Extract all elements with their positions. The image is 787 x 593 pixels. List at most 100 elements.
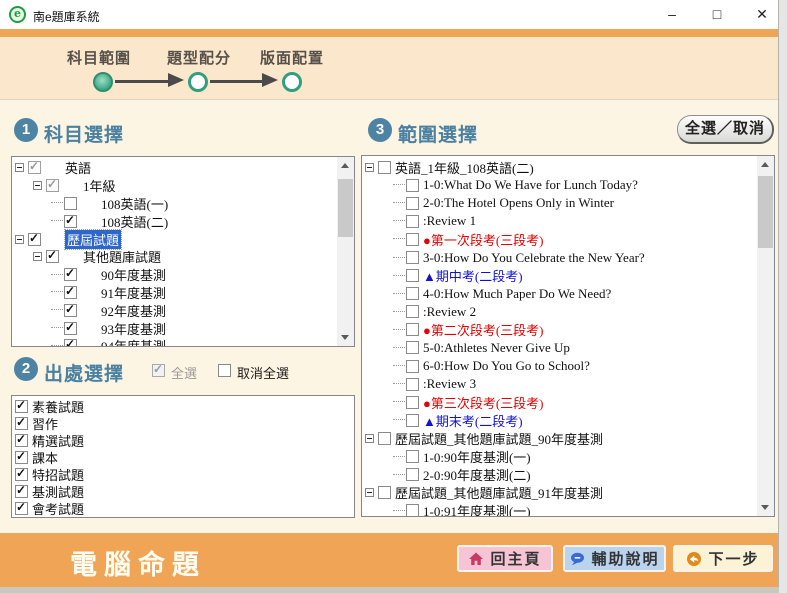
tree-item-label[interactable]: 其他題庫試題 [83, 247, 161, 266]
tree-item[interactable]: 1年級 [15, 177, 337, 195]
tree-item[interactable]: 英語 [15, 159, 337, 177]
list-item[interactable]: 基測試題 [15, 483, 354, 500]
expand-toggle-icon[interactable] [365, 434, 374, 443]
tree-item[interactable]: 93年度基測 [15, 319, 337, 337]
tree-item-label[interactable]: :Review 1 [423, 213, 476, 229]
checkbox[interactable] [378, 486, 391, 499]
checkbox[interactable] [15, 434, 28, 447]
tree-item-label[interactable]: 歷屆試題_其他題庫試題_91年度基測 [395, 483, 603, 502]
tree-item-label[interactable]: 90年度基測 [101, 265, 166, 284]
checkbox[interactable] [64, 286, 77, 299]
expand-toggle-icon[interactable] [365, 488, 374, 497]
checkbox[interactable] [406, 504, 419, 516]
tree-item-label[interactable]: 2-0:The Hotel Opens Only in Winter [423, 195, 614, 211]
tree-item[interactable]: ▲期中考(二段考) [365, 267, 757, 285]
help-button[interactable]: 輔助說明 [563, 545, 666, 572]
tree-item-label[interactable]: ▲期中考(二段考) [423, 266, 523, 285]
select-all-checkbox[interactable] [152, 364, 165, 377]
scroll-thumb[interactable] [758, 176, 773, 248]
tree-item-label[interactable]: 英語_1年級_108英語(二) [395, 158, 534, 177]
tree-item-label[interactable]: 5-0:Athletes Never Give Up [423, 340, 570, 356]
tree-item[interactable]: 5-0:Athletes Never Give Up [365, 339, 757, 357]
checkbox[interactable] [406, 341, 419, 354]
tree-item[interactable]: 4-0:How Much Paper Do We Need? [365, 285, 757, 303]
scroll-down-button[interactable] [757, 499, 774, 516]
checkbox[interactable] [28, 161, 41, 174]
scroll-up-button[interactable] [337, 157, 354, 174]
checkbox[interactable] [64, 339, 77, 346]
checkbox[interactable] [64, 268, 77, 281]
tree-item-label[interactable]: 英語 [65, 158, 91, 177]
checkbox[interactable] [64, 304, 77, 317]
tree-item-label[interactable]: 4-0:How Much Paper Do We Need? [423, 286, 611, 302]
checkbox[interactable] [406, 414, 419, 427]
tree-item-label[interactable]: 6-0:How Do You Go to School? [423, 358, 590, 374]
checkbox[interactable] [406, 233, 419, 246]
tree-item[interactable]: 2-0:90年度基測(二) [365, 466, 757, 484]
checkbox[interactable] [406, 197, 419, 210]
checkbox[interactable] [15, 468, 28, 481]
tree-item-label[interactable]: 歷屆試題_其他題庫試題_90年度基測 [395, 429, 603, 448]
tree-item[interactable]: ▲期末考(二段考) [365, 411, 757, 429]
tree-item[interactable]: :Review 3 [365, 375, 757, 393]
tree-item-label[interactable]: 1-0:91年度基測(一) [423, 501, 531, 516]
deselect-all-checkbox[interactable] [218, 364, 231, 377]
scroll-thumb[interactable] [338, 179, 353, 237]
checkbox[interactable] [406, 468, 419, 481]
checkbox[interactable] [406, 396, 419, 409]
list-item[interactable]: 精選試題 [15, 432, 354, 449]
tree-item[interactable]: 108英語(二) [15, 212, 337, 230]
tree-item-label[interactable]: ●第一次段考(三段考) [423, 230, 544, 249]
tree-item[interactable]: 94年度基測 [15, 337, 337, 346]
tree-item[interactable]: 91年度基測 [15, 284, 337, 302]
tree-item[interactable]: 其他題庫試題 [15, 248, 337, 266]
list-item[interactable]: 課本 [15, 449, 354, 466]
checkbox[interactable] [15, 400, 28, 413]
checkbox[interactable] [15, 417, 28, 430]
checkbox[interactable] [406, 305, 419, 318]
expand-toggle-icon[interactable] [15, 235, 24, 244]
tree-item-label[interactable]: 歷屆試題 [65, 230, 121, 249]
tree-item-label[interactable]: 108英語(一) [101, 194, 168, 213]
home-button[interactable]: 回主頁 [457, 545, 553, 572]
checkbox[interactable] [64, 197, 77, 210]
tree-item[interactable]: 歷屆試題_其他題庫試題_90年度基測 [365, 429, 757, 447]
checkbox[interactable] [406, 251, 419, 264]
tree-item[interactable]: 1-0:What Do We Have for Lunch Today? [365, 176, 757, 194]
list-item[interactable]: 特招試題 [15, 466, 354, 483]
tree-item[interactable]: ●第二次段考(三段考) [365, 321, 757, 339]
minimize-button[interactable]: – [655, 0, 689, 29]
checkbox[interactable] [46, 250, 59, 263]
scrollbar[interactable] [337, 157, 354, 346]
tree-item[interactable]: 92年度基測 [15, 301, 337, 319]
tree-item[interactable]: 英語_1年級_108英語(二) [365, 158, 757, 176]
tree-item[interactable]: ●第一次段考(三段考) [365, 230, 757, 248]
expand-toggle-icon[interactable] [15, 163, 24, 172]
list-item[interactable]: 素養試題 [15, 398, 354, 415]
tree-item-label[interactable]: 92年度基測 [101, 301, 166, 320]
checkbox[interactable] [378, 161, 391, 174]
checkbox[interactable] [46, 179, 59, 192]
expand-toggle-icon[interactable] [33, 181, 42, 190]
checkbox[interactable] [406, 215, 419, 228]
maximize-button[interactable]: □ [700, 0, 734, 29]
checkbox[interactable] [406, 323, 419, 336]
list-item[interactable]: 會考試題 [15, 500, 354, 517]
checkbox[interactable] [15, 451, 28, 464]
tree-item-label[interactable]: :Review 3 [423, 376, 476, 392]
checkbox[interactable] [28, 233, 41, 246]
scrollbar[interactable] [757, 156, 774, 516]
tree-item[interactable]: 歷屆試題 [15, 230, 337, 248]
close-button[interactable]: ✕ [745, 0, 779, 29]
next-button[interactable]: 下一步 [673, 545, 773, 572]
checkbox[interactable] [15, 502, 28, 515]
tree-item-label[interactable]: 3-0:How Do You Celebrate the New Year? [423, 250, 645, 266]
tree-item[interactable]: :Review 1 [365, 212, 757, 230]
tree-item-label[interactable]: 94年度基測 [101, 336, 166, 346]
tree-item[interactable]: 1-0:91年度基測(一) [365, 502, 757, 516]
scroll-up-button[interactable] [757, 156, 774, 173]
tree-item-label[interactable]: ●第二次段考(三段考) [423, 320, 544, 339]
tree-item-label[interactable]: 1-0:90年度基測(一) [423, 447, 531, 466]
checkbox[interactable] [406, 269, 419, 282]
tree-item[interactable]: ●第三次段考(三段考) [365, 393, 757, 411]
